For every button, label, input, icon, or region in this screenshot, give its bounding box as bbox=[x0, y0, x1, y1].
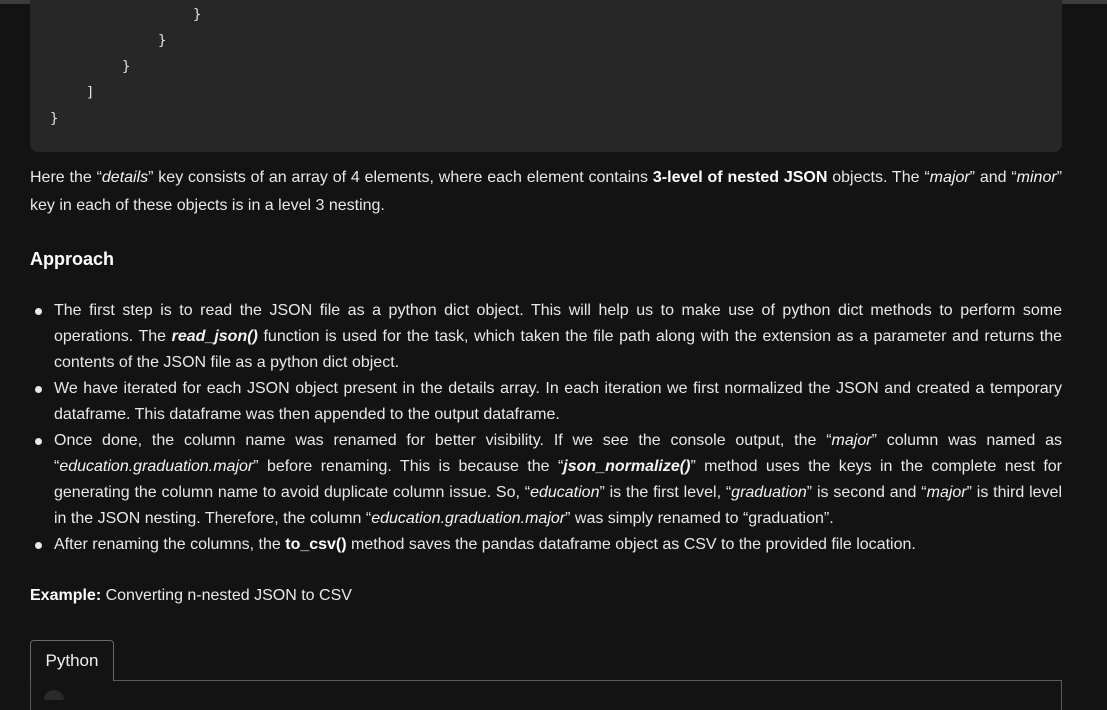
code-line: } bbox=[50, 111, 59, 127]
italic-text: major bbox=[929, 169, 970, 186]
italic-text: details bbox=[101, 169, 149, 186]
italic-text: education bbox=[530, 484, 600, 501]
code-tab-panel bbox=[30, 680, 1062, 710]
text: ” and “ bbox=[969, 169, 1017, 186]
italic-text: major bbox=[831, 432, 872, 449]
approach-heading: Approach bbox=[30, 249, 115, 269]
bold-text: 3-level of nested JSON bbox=[652, 169, 828, 186]
text: Once done, the column name was renamed f… bbox=[54, 432, 832, 449]
list-item: After renaming the columns, the to_csv()… bbox=[30, 532, 1062, 558]
text: objects. The “ bbox=[827, 169, 930, 186]
list-item: Once done, the column name was renamed f… bbox=[30, 428, 1062, 532]
code-block: } } } ] } bbox=[30, 0, 1062, 152]
italic-text: education.graduation.major bbox=[371, 510, 566, 527]
code-line: } bbox=[193, 7, 202, 23]
text: method saves the pandas dataframe object… bbox=[346, 536, 916, 553]
intro-paragraph: Here the “details” key consists of an ar… bbox=[30, 164, 1062, 220]
text: ” before renaming. This is because the “ bbox=[253, 458, 564, 475]
tab-python[interactable]: Python bbox=[30, 640, 114, 681]
text: Here the “ bbox=[30, 169, 102, 186]
function-name: to_csv() bbox=[285, 536, 347, 553]
text: ” is the first level, “ bbox=[599, 484, 732, 501]
code-line: ] bbox=[86, 85, 95, 101]
code-line: } bbox=[158, 33, 167, 49]
function-name: json_normalize() bbox=[563, 458, 691, 475]
code-line: } bbox=[122, 59, 131, 75]
approach-list: The first step is to read the JSON file … bbox=[30, 298, 1062, 558]
example-line: Example: Converting n-nested JSON to CSV bbox=[30, 582, 352, 610]
italic-text: minor bbox=[1016, 169, 1057, 186]
text: ” was simply renamed to “graduation”. bbox=[565, 510, 834, 527]
text: ” key consists of an array of 4 elements… bbox=[148, 169, 653, 186]
italic-text: education.graduation.major bbox=[59, 458, 254, 475]
text: After renaming the columns, the bbox=[54, 536, 286, 553]
italic-text: graduation bbox=[731, 484, 807, 501]
text: ” is second and “ bbox=[806, 484, 927, 501]
italic-text: major bbox=[926, 484, 967, 501]
text: We have iterated for each JSON object pr… bbox=[54, 380, 1062, 423]
example-label: Example: bbox=[30, 587, 102, 604]
list-item: We have iterated for each JSON object pr… bbox=[30, 376, 1062, 428]
example-text: Converting n-nested JSON to CSV bbox=[101, 587, 352, 604]
list-item: The first step is to read the JSON file … bbox=[30, 298, 1062, 376]
function-name: read_json() bbox=[171, 328, 258, 345]
